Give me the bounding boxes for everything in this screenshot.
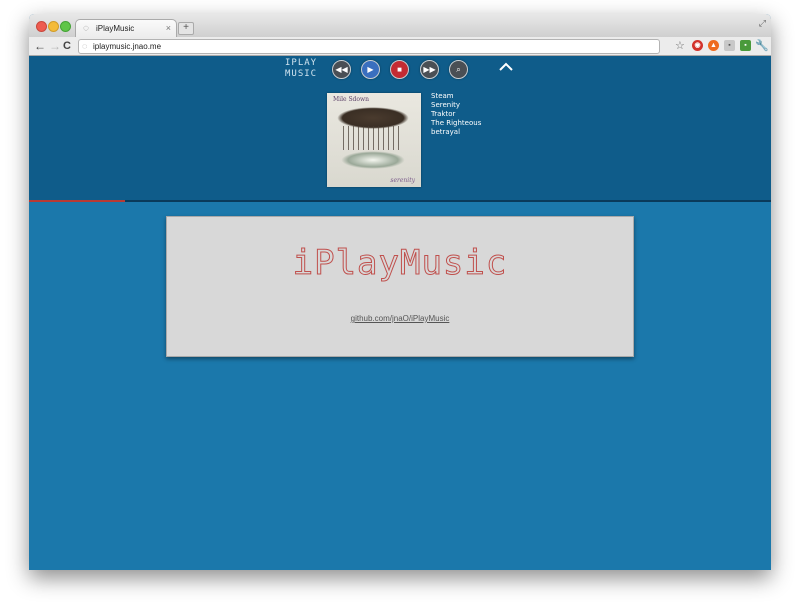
list-item[interactable]: The Righteous bbox=[431, 119, 481, 128]
player-divider bbox=[29, 200, 771, 202]
extension-gray-icon[interactable]: ▪ bbox=[724, 40, 735, 51]
album-roots-shape bbox=[343, 126, 403, 150]
extension-orange-icon[interactable]: ▲ bbox=[708, 40, 719, 51]
list-item[interactable]: Serenity bbox=[431, 101, 481, 110]
github-link[interactable]: github.com/jnaO/iPlayMusic bbox=[167, 314, 633, 323]
progress-bar[interactable] bbox=[29, 200, 126, 202]
fullscreen-icon[interactable]: ⤢ bbox=[759, 18, 766, 29]
list-item[interactable]: Steam bbox=[431, 92, 481, 101]
tab-strip: ◌ iPlayMusic × + ⤢ bbox=[29, 14, 771, 38]
extension-red-icon[interactable]: ◉ bbox=[692, 40, 703, 51]
welcome-card: iPlayMusic github.com/jnaO/iPlayMusic bbox=[166, 216, 634, 357]
address-url[interactable]: iplaymusic.jnao.me bbox=[93, 40, 161, 53]
browser-toolbar: ← → C ◌ iplaymusic.jnao.me ☆ ◉ ▲ ▪ ▪ 🔧 bbox=[29, 37, 771, 56]
page-icon: ◌ bbox=[82, 41, 88, 51]
bookmark-star-icon[interactable]: ☆ bbox=[675, 38, 685, 54]
extension-green-icon[interactable]: ▪ bbox=[740, 40, 751, 51]
page-title: iPlayMusic bbox=[292, 243, 508, 284]
close-window-button[interactable] bbox=[36, 21, 47, 32]
album-art-text: Mile Sdown bbox=[333, 96, 370, 103]
album-art: Mile Sdown serenity bbox=[327, 93, 421, 187]
rewind-icon: ◀◀ bbox=[335, 65, 348, 74]
browser-window: ◌ iPlayMusic × + ⤢ ← → C ◌ iplaymusic.jn… bbox=[29, 14, 771, 570]
player-panel: IPLAY MUSIC ◀◀ ▶ ■ ▶▶ ⌕ Mile Sdown seren… bbox=[29, 56, 771, 200]
chevron-up-icon[interactable] bbox=[499, 62, 513, 72]
tab-close-icon[interactable]: × bbox=[166, 23, 171, 33]
logo-line-2: MUSIC bbox=[285, 69, 318, 79]
stop-button[interactable]: ■ bbox=[390, 60, 409, 79]
maximize-window-button[interactable] bbox=[60, 21, 71, 32]
now-playing-list: Steam Serenity Traktor The Righteous bet… bbox=[431, 92, 481, 137]
album-art-cursive: serenity bbox=[390, 177, 415, 184]
next-button[interactable]: ▶▶ bbox=[420, 60, 439, 79]
minimize-window-button[interactable] bbox=[48, 21, 59, 32]
album-pond-shape bbox=[341, 151, 405, 169]
list-item[interactable]: betrayal bbox=[431, 128, 481, 137]
stop-icon: ■ bbox=[397, 65, 402, 74]
tab-title: iPlayMusic bbox=[96, 24, 135, 33]
logo-line-1: IPLAY bbox=[285, 58, 318, 68]
wrench-icon[interactable]: 🔧 bbox=[755, 38, 769, 54]
previous-button[interactable]: ◀◀ bbox=[332, 60, 351, 79]
player-logo: IPLAY MUSIC bbox=[285, 58, 325, 80]
search-icon: ⌕ bbox=[456, 65, 461, 74]
page-content: IPLAY MUSIC ◀◀ ▶ ■ ▶▶ ⌕ Mile Sdown seren… bbox=[29, 56, 771, 570]
play-button[interactable]: ▶ bbox=[361, 60, 380, 79]
new-tab-button[interactable]: + bbox=[178, 22, 194, 35]
list-item[interactable]: Traktor bbox=[431, 110, 481, 119]
reload-button[interactable]: C bbox=[63, 38, 71, 54]
address-bar[interactable]: ◌ iplaymusic.jnao.me bbox=[78, 39, 660, 54]
search-button[interactable]: ⌕ bbox=[449, 60, 468, 79]
play-icon: ▶ bbox=[367, 65, 374, 74]
globe-icon: ◌ bbox=[83, 23, 89, 34]
forward-button[interactable]: → bbox=[49, 38, 61, 54]
fast-forward-icon: ▶▶ bbox=[423, 65, 436, 74]
back-button[interactable]: ← bbox=[34, 38, 46, 54]
tab-iplaymusic[interactable]: ◌ iPlayMusic × bbox=[75, 19, 177, 38]
